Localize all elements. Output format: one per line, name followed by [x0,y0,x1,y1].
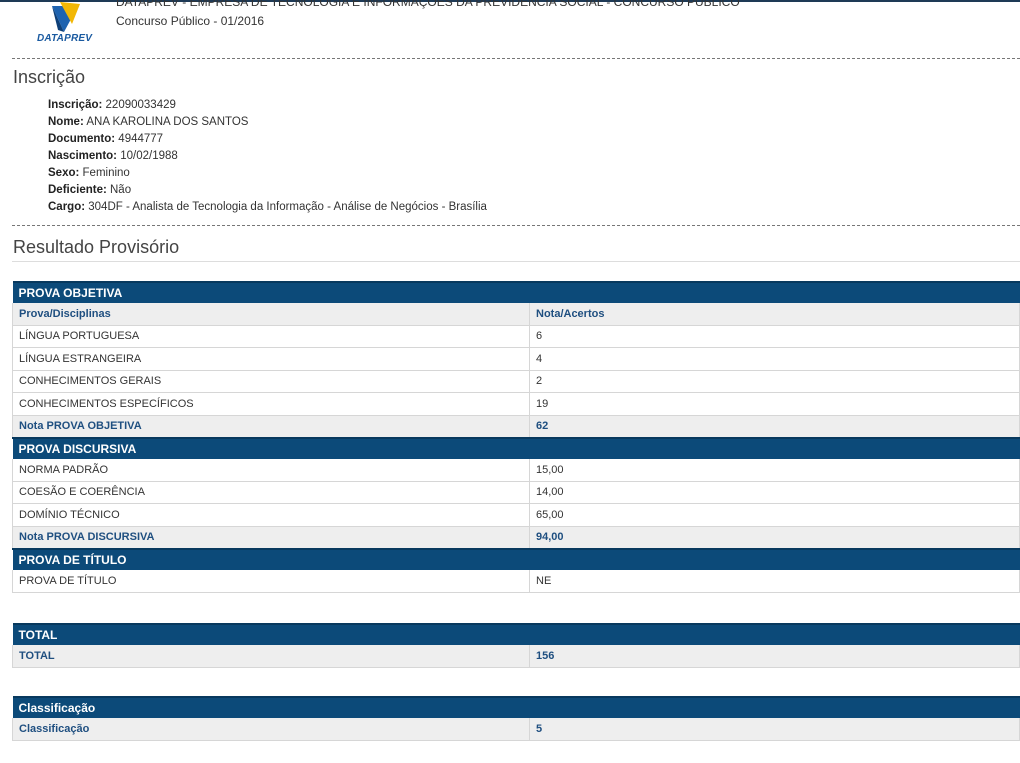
discipline-score: 6 [529,325,1020,348]
table-row: CONHECIMENTOS GERAIS 2 [12,370,1020,393]
discipline-score: 4 [529,347,1020,371]
inscricao-title: Inscrição [13,67,86,87]
info-row-inscricao: Inscrição: 22090033429 [48,97,487,114]
total-row: TOTAL 156 [12,645,1020,668]
discipline-name: CONHECIMENTOS GERAIS [12,370,530,393]
discipline-score: 14,00 [529,481,1020,504]
discipline-score: 2 [529,370,1020,393]
info-row-documento: Documento: 4944777 [48,131,487,148]
table-row: PROVA DE TÍTULO NE [12,570,1020,593]
discipline-name: LÍNGUA ESTRANGEIRA [12,347,530,371]
discipline-name: NORMA PADRÃO [12,459,530,482]
discipline-name: LÍNGUA PORTUGUESA [12,325,530,348]
discipline-score: 65,00 [529,503,1020,527]
contest-subtitle: Concurso Público - 01/2016 [116,14,265,28]
info-value: 4944777 [118,133,164,145]
section-header-label: TOTAL [12,623,1020,645]
discipline-name: DOMÍNIO TÉCNICO [12,503,530,527]
section-header-label: PROVA OBJETIVA [12,281,1020,303]
discipline-score: NE [529,570,1020,593]
page-header: DATAPREV DATAPREV - EMPRESA DE TECNOLOGI… [0,0,1020,58]
divider [12,225,1020,226]
section-header-total: TOTAL [12,623,1020,645]
info-label: Documento: [48,133,116,145]
info-label: Inscrição: [48,99,103,111]
info-label: Nome: [48,116,84,128]
subtotal-row-discursiva: Nota PROVA DISCURSIVA 94,00 [12,526,1020,550]
total-table: TOTAL TOTAL 156 [12,623,1020,668]
info-value: Feminino [82,167,130,179]
results-table: PROVA OBJETIVA Prova/Disciplinas Nota/Ac… [12,281,1020,593]
total-value: 156 [529,645,1020,668]
classificacao-value: 5 [529,718,1020,741]
column-header-nota: Nota/Acertos [529,303,1020,326]
resultado-title: Resultado Provisório [13,237,180,257]
info-row-nome: Nome: ANA KAROLINA DOS SANTOS [48,114,487,131]
section-header-titulo: PROVA DE TÍTULO [12,548,1020,570]
section-header-label: Classificação [12,696,1020,718]
section-header-objetiva: PROVA OBJETIVA [12,281,1020,303]
candidate-info: Inscrição: 22090033429 Nome: ANA KAROLIN… [48,97,487,216]
discipline-name: COESÃO E COERÊNCIA [12,481,530,504]
divider [12,58,1020,59]
table-row: CONHECIMENTOS ESPECÍFICOS 19 [12,392,1020,416]
info-row-sexo: Sexo: Feminino [48,165,487,182]
info-label: Nascimento: [48,150,118,162]
subtotal-label: Nota PROVA OBJETIVA [12,415,530,439]
table-row: LÍNGUA PORTUGUESA 6 [12,325,1020,348]
info-value: 22090033429 [105,99,176,111]
subtotal-label: Nota PROVA DISCURSIVA [12,526,530,550]
info-value: 10/02/1988 [120,150,178,162]
classificacao-row: Classificação 5 [12,718,1020,741]
org-title: DATAPREV - EMPRESA DE TECNOLOGIA E INFOR… [116,0,740,9]
discipline-score: 19 [529,392,1020,416]
info-value: ANA KAROLINA DOS SANTOS [86,116,249,128]
column-headers: Prova/Disciplinas Nota/Acertos [12,303,1020,326]
section-header-classificacao: Classificação [12,696,1020,718]
classificacao-label: Classificação [12,718,530,741]
info-label: Sexo: [48,167,80,179]
table-row: NORMA PADRÃO 15,00 [12,459,1020,482]
subtotal-row-objetiva: Nota PROVA OBJETIVA 62 [12,415,1020,439]
section-header-discursiva: PROVA DISCURSIVA [12,437,1020,459]
subtotal-value: 62 [529,415,1020,439]
info-row-cargo: Cargo: 304DF - Analista de Tecnologia da… [48,199,487,216]
subtotal-value: 94,00 [529,526,1020,550]
column-header-disciplinas: Prova/Disciplinas [12,303,530,326]
divider [12,261,1020,262]
discipline-score: 15,00 [529,459,1020,482]
section-header-label: PROVA DE TÍTULO [12,548,1020,570]
classificacao-table: Classificação Classificação 5 [12,696,1020,741]
table-row: DOMÍNIO TÉCNICO 65,00 [12,503,1020,527]
total-label: TOTAL [12,645,530,668]
info-value: Não [110,184,132,196]
discipline-name: PROVA DE TÍTULO [12,570,530,593]
section-header-label: PROVA DISCURSIVA [12,437,1020,459]
info-row-deficiente: Deficiente: Não [48,182,487,199]
info-label: Cargo: [48,201,86,213]
info-value: 304DF - Analista de Tecnologia da Inform… [88,201,487,213]
table-row: LÍNGUA ESTRANGEIRA 4 [12,347,1020,371]
discipline-name: CONHECIMENTOS ESPECÍFICOS [12,392,530,416]
info-row-nascimento: Nascimento: 10/02/1988 [48,148,487,165]
logo-text: DATAPREV [37,33,93,44]
table-row: COESÃO E COERÊNCIA 14,00 [12,481,1020,504]
info-label: Deficiente: [48,184,107,196]
